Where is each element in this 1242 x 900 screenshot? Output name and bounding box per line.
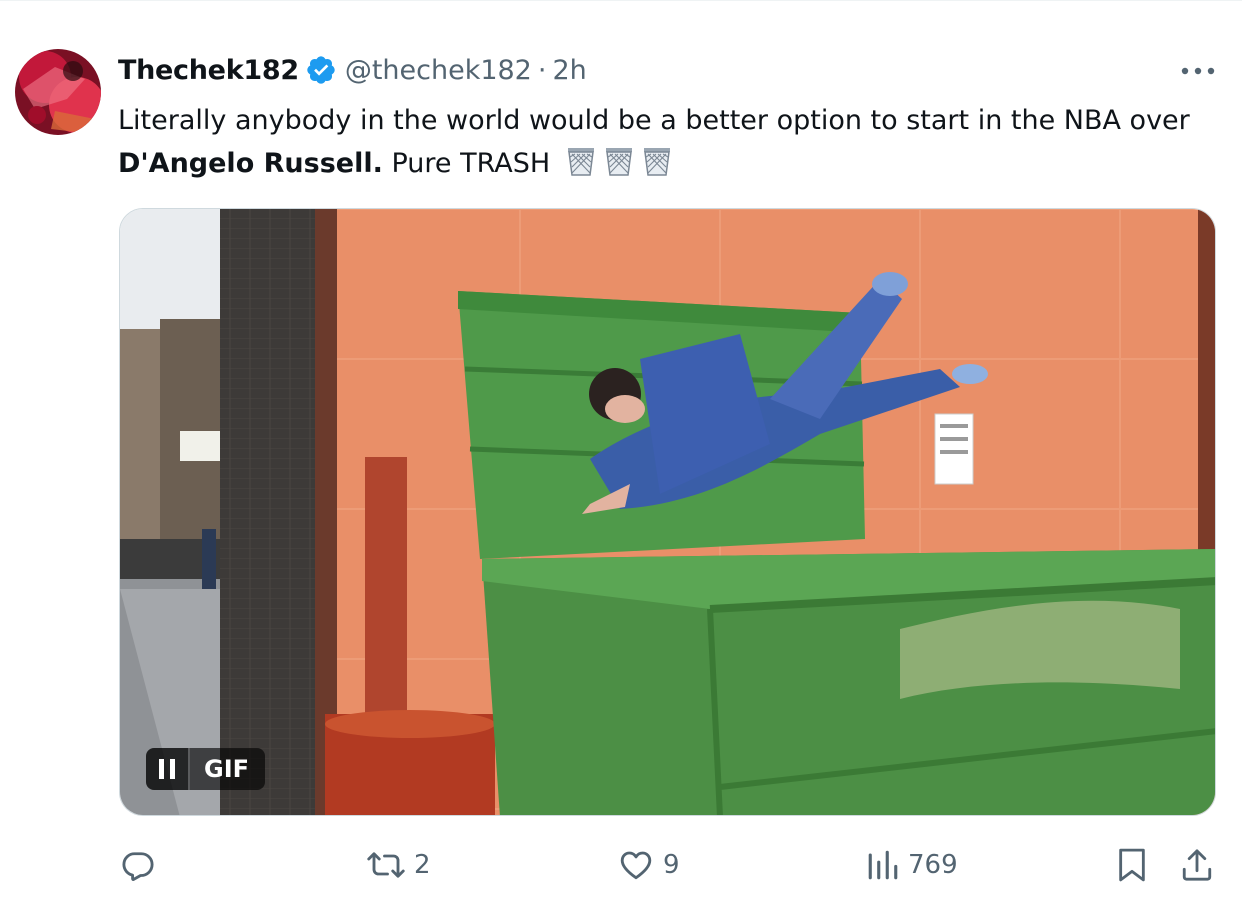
wastebasket-icon <box>641 145 673 177</box>
tweet-text-part2: Pure TRASH <box>382 148 551 179</box>
wastebasket-icon <box>565 145 597 177</box>
separator-dot: · <box>537 54 547 86</box>
more-options-icon[interactable] <box>1178 55 1218 87</box>
user-handle[interactable]: @thechek182 <box>345 55 532 86</box>
heart-icon <box>617 847 655 883</box>
gif-controls: GIF <box>146 748 266 790</box>
reply-icon <box>120 847 156 883</box>
bookmark-button[interactable] <box>1115 839 1149 891</box>
timestamp[interactable]: 2h <box>552 55 586 86</box>
gif-badge: GIF <box>188 748 266 790</box>
views-count: 769 <box>908 850 958 880</box>
avatar[interactable] <box>15 49 101 135</box>
verified-badge-icon <box>305 54 337 86</box>
views-button[interactable]: 769 <box>866 839 958 891</box>
bookmark-icon <box>1115 846 1149 884</box>
retweet-button[interactable]: 2 <box>366 839 431 891</box>
display-name[interactable]: Thechek182 <box>118 55 299 86</box>
retweet-icon <box>366 847 406 883</box>
reply-button[interactable] <box>120 839 156 891</box>
pause-icon[interactable] <box>146 748 188 790</box>
like-count: 9 <box>663 850 680 880</box>
retweet-count: 2 <box>414 850 431 880</box>
share-icon <box>1180 846 1214 884</box>
share-button[interactable] <box>1180 839 1214 891</box>
wastebasket-icon <box>603 145 635 177</box>
tweet[interactable]: Thechek182 @thechek182 · 2h Literally an… <box>0 0 1242 900</box>
tweet-text: Literally anybody in the world would be … <box>118 99 1218 185</box>
gif-media[interactable] <box>119 208 1216 816</box>
like-button[interactable]: 9 <box>617 839 680 891</box>
action-bar: 2 9 769 <box>0 839 1242 891</box>
tweet-text-bold: D'Angelo Russell. <box>118 148 383 179</box>
tweet-text-part1: Literally anybody in the world would be … <box>118 105 1190 136</box>
views-icon <box>866 847 900 883</box>
tweet-header: Thechek182 @thechek182 · 2h <box>118 51 587 89</box>
